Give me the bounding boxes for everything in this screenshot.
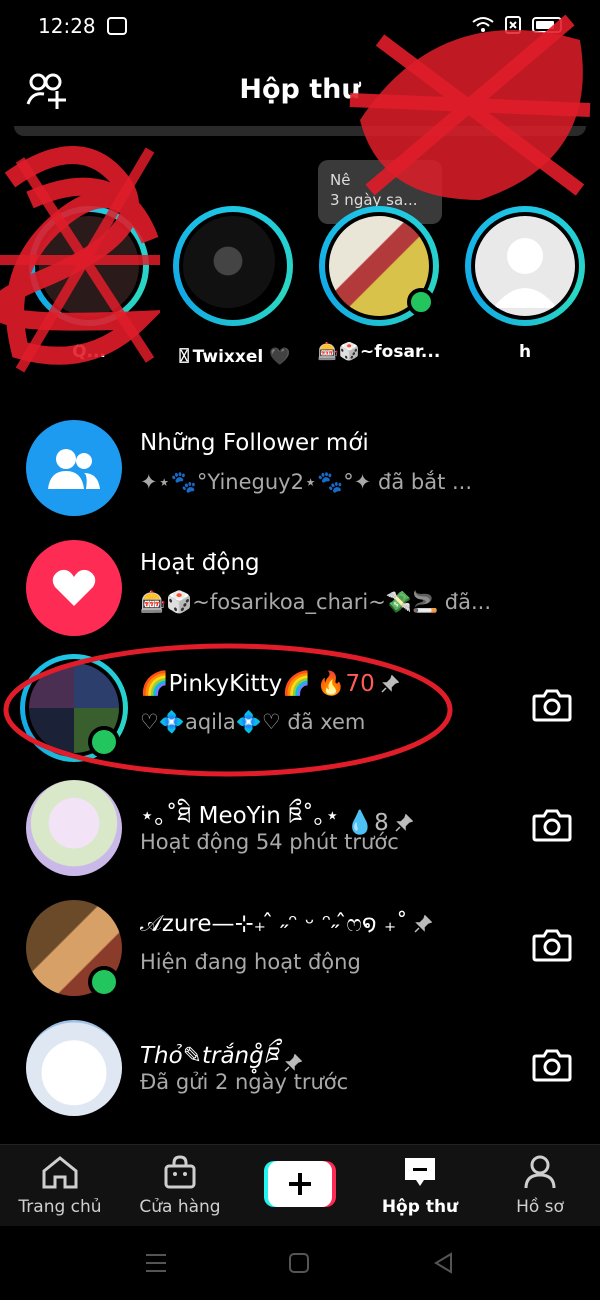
camera-icon[interactable] [532, 808, 572, 842]
story-item[interactable]: 〿Twixxel 🖤 [166, 206, 300, 367]
online-indicator [88, 966, 120, 998]
nav-inbox[interactable]: Hộp thư [360, 1155, 480, 1217]
status-time: 12:28 [38, 14, 96, 38]
pin-icon [395, 813, 413, 832]
nav-label: Trang chủ [18, 1197, 102, 1217]
create-button[interactable] [264, 1161, 336, 1207]
story-name: h [518, 342, 532, 362]
new-followers-row[interactable]: Những Follower mới ✦⋆🐾°Yineguy2⋆🐾°✦ đã b… [0, 402, 600, 518]
home-icon [42, 1156, 78, 1189]
row-title: Hoạt động [140, 550, 260, 576]
row-title: Những Follower mới [140, 430, 369, 456]
row-subtitle: 🎰🎲~fosarikoa_chari~💸🚬 đã... [140, 590, 492, 614]
avatar [26, 1020, 122, 1116]
shopping-bag-icon [164, 1155, 196, 1189]
menu-icon[interactable] [144, 1252, 168, 1274]
chat-row[interactable]: Thỏ✎trắng̥̊ཋྀ Đã gửi 2 ngày trước [0, 1002, 600, 1118]
pin-icon [414, 914, 432, 933]
home-square-icon[interactable] [288, 1252, 310, 1274]
avatar [26, 780, 122, 876]
nav-shop[interactable]: Cửa hàng [120, 1155, 240, 1217]
system-navigation [0, 1226, 600, 1300]
redaction-scribble [349, 14, 591, 200]
nav-label: Hồ sơ [516, 1197, 564, 1217]
chat-row[interactable]: 𝒜zure—⊹₊ ̂ ˶ᵔ ᵕ ᵔ˶ ̂ෆ໑ ₊˚ Hiện đang hoạt… [0, 882, 600, 998]
nav-profile[interactable]: Hồ sơ [480, 1155, 600, 1217]
story-item[interactable]: 🎰🎲~fosar... [312, 206, 446, 362]
row-subtitle: Hoạt động 54 phút trước [140, 830, 399, 854]
story-name: 🎰🎲~fosar... [317, 342, 441, 362]
bottom-nav: Trang chủ Cửa hàng Hộp thư Hồ sơ [0, 1144, 600, 1226]
app-notification-icon [107, 17, 127, 35]
profile-icon [524, 1155, 556, 1189]
story-item[interactable]: h [458, 206, 592, 362]
row-title: 𝒜zure—⊹₊ ̂ ˶ᵔ ᵕ ᵔ˶ ̂ෆ໑ ₊˚ [140, 911, 408, 937]
nav-label: Cửa hàng [139, 1197, 221, 1217]
story-name: 〿Twixxel 🖤 [175, 347, 291, 367]
camera-icon[interactable] [532, 1048, 572, 1082]
highlight-circle [3, 643, 453, 777]
nav-label: Hộp thư [381, 1197, 459, 1217]
camera-icon[interactable] [532, 688, 572, 722]
row-subtitle: Đã gửi 2 ngày trước [140, 1070, 349, 1094]
nav-home[interactable]: Trang chủ [0, 1155, 120, 1217]
online-indicator [407, 288, 435, 316]
camera-icon[interactable] [532, 928, 572, 962]
activity-row[interactable]: Hoạt động 🎰🎲~fosarikoa_chari~💸🚬 đã... [0, 522, 600, 638]
redaction-scribble [0, 146, 160, 373]
back-icon[interactable] [432, 1251, 454, 1275]
row-subtitle: Hiện đang hoạt động [140, 950, 361, 974]
avatar [183, 216, 283, 316]
followers-icon [26, 420, 122, 516]
heart-icon [26, 540, 122, 636]
default-avatar [475, 216, 575, 316]
inbox-icon [405, 1158, 435, 1186]
row-subtitle: ✦⋆🐾°Yineguy2⋆🐾°✦ đã bắt ... [140, 470, 473, 494]
pin-icon [284, 1053, 302, 1072]
